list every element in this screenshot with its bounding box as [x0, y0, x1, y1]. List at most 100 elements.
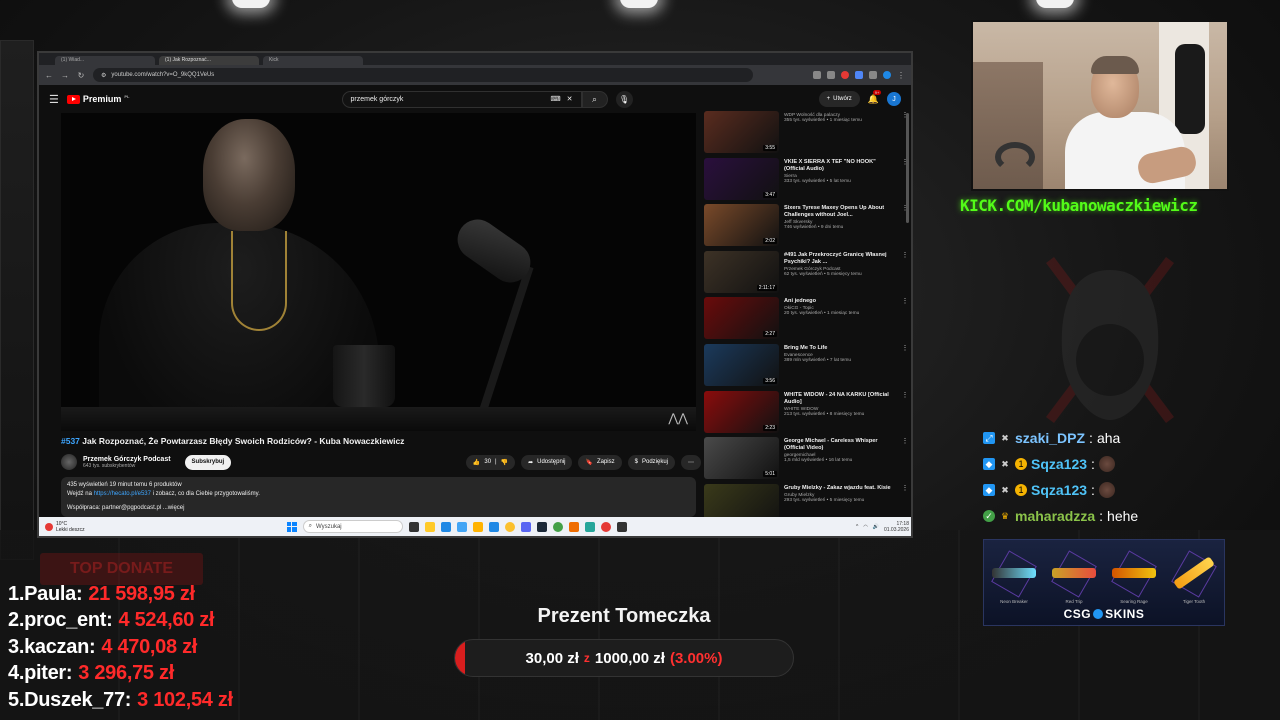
browser-tab[interactable]: (1) Wiad...: [55, 56, 155, 65]
create-button[interactable]: + Utwórz: [818, 91, 860, 107]
extension-icon[interactable]: [841, 71, 849, 79]
recommendation-thumbnail[interactable]: 2:02: [704, 204, 779, 247]
save-button[interactable]: 🔖 Zapisz: [578, 454, 622, 470]
folder-icon[interactable]: [472, 521, 483, 532]
file-explorer-icon[interactable]: [424, 521, 435, 532]
chat-text: aha: [1096, 430, 1121, 446]
recommendation-item[interactable]: 2:02 Sixers Tyrese Maxey Opens Up About C…: [704, 204, 909, 251]
chat-username[interactable]: Sqza123: [1031, 482, 1087, 498]
more-options-icon[interactable]: ⋮: [901, 297, 909, 344]
browser-tab[interactable]: Kick: [263, 56, 363, 65]
episode-number[interactable]: #537: [61, 436, 80, 446]
steam-icon[interactable]: [536, 521, 547, 532]
recommendation-title[interactable]: #491 Jak Przekroczyć Granicę Własnej Psy…: [784, 252, 896, 266]
store-icon[interactable]: [440, 521, 451, 532]
recommendation-thumbnail[interactable]: 2:23: [704, 390, 779, 433]
rifle-icon: [1112, 568, 1156, 578]
scrollbar[interactable]: [906, 113, 909, 223]
more-options-icon[interactable]: ⋮: [901, 391, 909, 438]
more-actions-button[interactable]: ⋯: [681, 454, 701, 470]
site-info-icon[interactable]: ⚙: [101, 72, 106, 79]
channel-avatar[interactable]: [61, 454, 77, 470]
forward-icon[interactable]: →: [61, 71, 69, 80]
recommendation-title[interactable]: VKIE X SIERRA X TEF "NO HOOK" (Official …: [784, 159, 896, 173]
thanks-button[interactable]: $ Podziękuj: [627, 454, 675, 470]
recommendation-title[interactable]: Sixers Tyrese Maxey Opens Up About Chall…: [784, 205, 896, 219]
extensions-puzzle-icon[interactable]: [869, 71, 877, 79]
recommendation-item[interactable]: 3:47 VKIE X SIERRA X TEF "NO HOOK" (Offic…: [704, 157, 909, 205]
taskbar-search[interactable]: ⌕ Wyszukaj: [302, 520, 403, 533]
keyboard-icon[interactable]: ⌨: [551, 95, 561, 103]
recommendation-title[interactable]: WHITE WIDOW - 24 NA KARKU [Official Audi…: [784, 392, 896, 406]
channel-name[interactable]: Przemek Górczyk Podcast: [83, 456, 171, 463]
share-button[interactable]: ➦ Udostępnij: [521, 454, 573, 470]
search-input[interactable]: przemek górczyk ⌨ ✕: [341, 90, 582, 108]
taskview-icon[interactable]: [408, 521, 419, 532]
recommendation-item[interactable]: 2:23 WHITE WIDOW - 24 NA KARKU [Official …: [704, 390, 909, 438]
ceiling-light: [232, 0, 270, 8]
recommendation-title[interactable]: Gruby Mielzky - Zakaz wjazdu feat. Kisie: [784, 485, 896, 492]
chat-username[interactable]: maharadzza: [1015, 508, 1095, 524]
cast-icon[interactable]: [813, 71, 821, 79]
description-link[interactable]: https://hecato.pl/e537: [94, 491, 151, 497]
wifi-icon[interactable]: ◠: [863, 524, 867, 530]
description-more[interactable]: Współpraca: partner@pgpodcast.pl ...więc…: [67, 504, 690, 513]
recommendation-title[interactable]: George Michael - Careless Whisper (Offic…: [784, 438, 896, 452]
app-icon[interactable]: [568, 521, 579, 532]
app-icon[interactable]: [616, 521, 627, 532]
video-player[interactable]: ⋀⋀: [61, 113, 696, 431]
start-button[interactable]: [286, 521, 297, 532]
chat-username[interactable]: Sqza123: [1031, 456, 1087, 472]
subscribe-button[interactable]: Subskrybuj: [184, 454, 232, 470]
recommendation-item[interactable]: 3:56 Bring Me To Life Evanescence 389 mln w…: [704, 343, 909, 391]
search-button[interactable]: ⌕: [581, 90, 608, 108]
recommendation-item[interactable]: 3:55 WDP Wolność dla palaczy 355 tys. wyśw…: [704, 111, 909, 158]
recommendation-title[interactable]: Bring Me To Life: [784, 345, 896, 352]
chat-panel: ⤢ ✖ szaki_DPZ : aha ◆ ✖ 1 Sqza123 : ◆ ✖ …: [983, 425, 1233, 529]
browser-menu-icon[interactable]: ⋮: [897, 71, 905, 80]
recommendation-thumbnail[interactable]: 2:27: [704, 297, 779, 340]
edge-icon[interactable]: [456, 521, 467, 532]
url-field[interactable]: ⚙ youtube.com/watch?v=O_9kQQ1VeUs: [93, 68, 753, 82]
recommendation-title[interactable]: Ani jednego: [784, 298, 896, 305]
recommendation-thumbnail[interactable]: 3:56: [704, 343, 779, 386]
tray-chevron-icon[interactable]: ^: [856, 524, 858, 530]
recommendation-thumbnail[interactable]: 5:01: [704, 437, 779, 480]
more-options-icon[interactable]: ⋮: [901, 437, 909, 484]
chrome-profile-icon[interactable]: [552, 521, 563, 532]
notifications-button[interactable]: 🔔 9+: [868, 89, 882, 105]
channel-watermark-icon[interactable]: ⋀⋀: [668, 411, 688, 425]
recommendation-item[interactable]: 5:01 George Michael - Careless Whisper (O…: [704, 437, 909, 484]
extension-icon[interactable]: [855, 71, 863, 79]
browser-tab-active[interactable]: (1) Jak Rozpoznać...: [159, 56, 259, 65]
chrome-icon[interactable]: [504, 521, 515, 532]
back-icon[interactable]: ←: [45, 71, 53, 80]
account-avatar[interactable]: J: [887, 92, 901, 106]
clock[interactable]: 17:18 01.03.2026: [884, 521, 909, 533]
recommendation-thumbnail[interactable]: 3:47: [704, 157, 779, 200]
chat-username[interactable]: szaki_DPZ: [1015, 430, 1085, 446]
youtube-logo[interactable]: Premium PL: [66, 94, 130, 104]
more-options-icon[interactable]: ⋮: [901, 251, 909, 298]
discord-icon[interactable]: [520, 521, 531, 532]
menu-icon[interactable]: ☰: [49, 93, 59, 106]
recommendation-item[interactable]: 2:27 Ani jednego OkiCG - Topic 20 tys. wyśw…: [704, 297, 909, 344]
bookmark-star-icon[interactable]: [827, 71, 835, 79]
profile-avatar-icon[interactable]: [883, 71, 891, 79]
obs-icon[interactable]: [600, 521, 611, 532]
recommendation-item[interactable]: 2:11:17 #491 Jak Przekroczyć Granicę Włas…: [704, 250, 909, 298]
weather-widget[interactable]: 10°C Lekki deszcz: [45, 521, 85, 533]
more-options-icon[interactable]: ⋮: [901, 344, 909, 391]
clear-icon[interactable]: ✕: [567, 95, 573, 103]
reload-icon[interactable]: ↻: [77, 71, 85, 80]
like-button[interactable]: 👍 30 | 👎: [465, 454, 516, 470]
voice-search-button[interactable]: 🎙: [615, 90, 633, 108]
video-description[interactable]: 435 wyświetleń 19 minut temu 6 produktów…: [61, 477, 696, 517]
volume-icon[interactable]: 🔊: [873, 524, 879, 530]
thumbs-down-icon[interactable]: 👎: [501, 459, 508, 466]
recommendation-thumbnail[interactable]: 3:55: [704, 111, 779, 153]
recommendation-thumbnail[interactable]: 2:11:17: [704, 250, 779, 293]
like-count: 30: [484, 459, 492, 465]
app-icon[interactable]: [488, 521, 499, 532]
app-icon[interactable]: [584, 521, 595, 532]
